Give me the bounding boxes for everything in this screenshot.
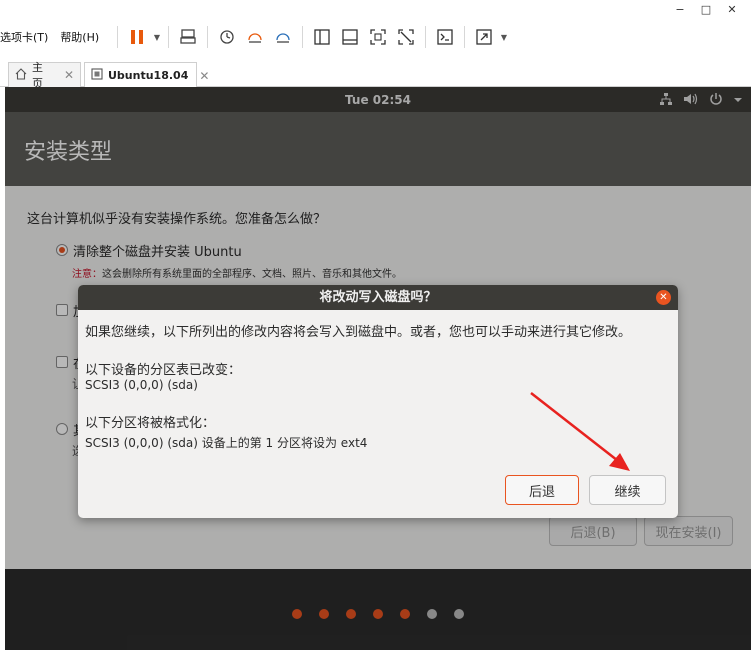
toolbar-divider xyxy=(464,26,465,48)
tab-vm[interactable]: Ubuntu18.04 ✕ xyxy=(84,62,209,88)
terminal-icon[interactable] xyxy=(432,24,458,50)
toolbar-divider xyxy=(117,26,118,48)
tab-bar: 主页 ✕ Ubuntu18.04 ✕ xyxy=(0,60,751,90)
partition-heading: 以下设备的分区表已改变： xyxy=(85,363,242,378)
home-icon xyxy=(15,67,27,83)
stretch-dropdown-icon[interactable]: ▼ xyxy=(499,24,509,50)
toolbar: ▼ ▼ xyxy=(113,22,509,52)
view-sidebar-icon[interactable] xyxy=(309,24,335,50)
pause-dropdown-icon[interactable]: ▼ xyxy=(152,24,162,50)
dialog-intro: 如果您继续，以下所列出的修改内容将会写入到磁盘中。或者，您也可以手动来进行其它修… xyxy=(85,325,632,340)
snapshot-icon[interactable] xyxy=(214,24,240,50)
view-fullscreen-icon[interactable] xyxy=(365,24,391,50)
window-controls: − □ ✕ xyxy=(669,0,751,18)
close-window-button[interactable]: ✕ xyxy=(721,0,743,18)
view-unity-icon[interactable] xyxy=(393,24,419,50)
stretch-icon[interactable] xyxy=(471,24,497,50)
tab-home[interactable]: 主页 ✕ xyxy=(8,61,81,90)
toolbar-divider xyxy=(302,26,303,48)
close-tab-icon[interactable]: ✕ xyxy=(199,69,209,83)
menubar: 选项卡(T) 帮助(H) xyxy=(0,22,105,52)
write-changes-dialog: 将改动写入磁盘吗？ ✕ 如果您继续，以下所列出的修改内容将会写入到磁盘中。或者，… xyxy=(78,285,678,518)
menu-tabs[interactable]: 选项卡(T) xyxy=(0,29,54,45)
view-console-icon[interactable] xyxy=(337,24,363,50)
dialog-title: 将改动写入磁盘吗？ xyxy=(78,285,678,310)
pause-icon[interactable] xyxy=(124,24,150,50)
dialog-back-button[interactable]: 后退 xyxy=(505,475,579,505)
menu-help[interactable]: 帮助(H) xyxy=(54,29,105,45)
toolbar-divider xyxy=(207,26,208,48)
toolbar-divider xyxy=(425,26,426,48)
close-icon[interactable]: ✕ xyxy=(656,290,671,305)
format-heading: 以下分区将被格式化： xyxy=(85,416,216,431)
format-detail: SCSI3 (0,0,0) (sda) 设备上的第 1 分区将设为 ext4 xyxy=(85,436,368,450)
send-keys-icon[interactable] xyxy=(175,24,201,50)
tab-label: Ubuntu18.04 xyxy=(108,69,189,82)
snapshot-restore-icon[interactable] xyxy=(242,24,268,50)
snapshot-manager-icon[interactable] xyxy=(270,24,296,50)
maximize-button[interactable]: □ xyxy=(695,0,717,18)
toolbar-divider xyxy=(168,26,169,48)
minimize-button[interactable]: − xyxy=(669,0,691,18)
continue-button[interactable]: 继续 xyxy=(589,475,666,505)
close-tab-icon[interactable]: ✕ xyxy=(64,68,74,82)
partition-device: SCSI3 (0,0,0) (sda) xyxy=(85,378,198,392)
vm-icon xyxy=(91,68,103,83)
